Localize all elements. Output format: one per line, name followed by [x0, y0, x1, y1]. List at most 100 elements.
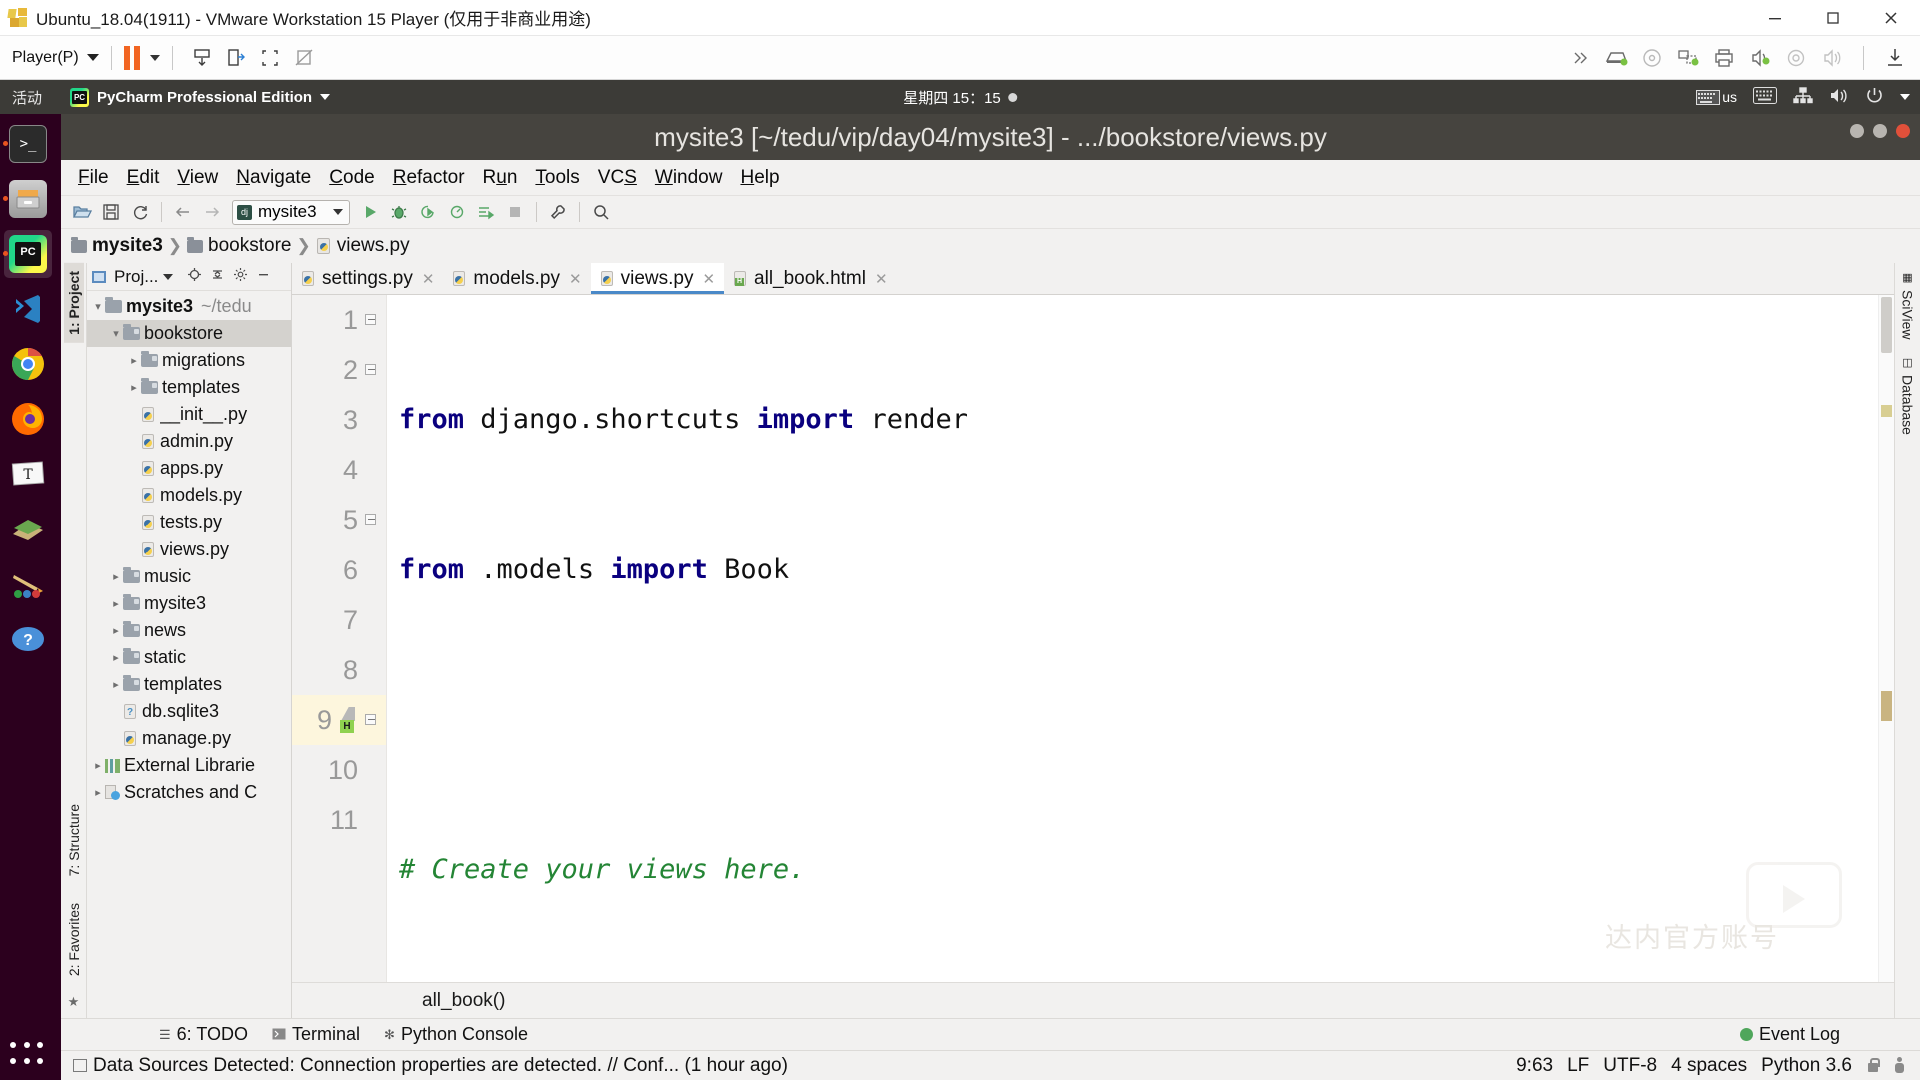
tool-window-terminal[interactable]: Terminal — [272, 1024, 360, 1045]
forward-arrow-icon[interactable] — [199, 200, 225, 225]
minimize-icon[interactable] — [1850, 124, 1864, 138]
close-icon[interactable]: ✕ — [422, 270, 435, 288]
caret-position[interactable]: 9:63 — [1516, 1055, 1553, 1077]
tree-expand-arrow-icon[interactable]: ▸ — [109, 651, 123, 664]
fold-marker-icon[interactable] — [364, 513, 378, 527]
sound-out-icon[interactable] — [1743, 43, 1777, 73]
menu-edit[interactable]: Edit — [118, 164, 169, 192]
tree-item-templates[interactable]: ▸ templates — [87, 374, 291, 401]
close-icon[interactable] — [1896, 124, 1910, 138]
usb-icon[interactable] — [1779, 43, 1813, 73]
clock-button[interactable]: 星期四 15：15 — [903, 87, 1017, 108]
send-ctrl-alt-del-icon[interactable] — [219, 43, 253, 73]
dock-item-firefox[interactable] — [4, 395, 52, 443]
file-encoding[interactable]: UTF-8 — [1603, 1055, 1657, 1077]
tree-item-music[interactable]: ▸ music — [87, 563, 291, 590]
collapse-all-icon[interactable] — [210, 267, 225, 286]
tree-item-scratches-and-c[interactable]: ▸ Scratches and C — [87, 779, 291, 806]
tree-expand-arrow-icon[interactable]: ▸ — [127, 354, 141, 367]
close-icon[interactable]: ✕ — [569, 270, 582, 288]
debug-icon[interactable] — [386, 200, 412, 225]
menu-window[interactable]: Window — [646, 164, 732, 192]
tree-item-templates[interactable]: ▸ templates — [87, 671, 291, 698]
volume-icon[interactable] — [1829, 87, 1849, 108]
fold-marker-icon[interactable] — [364, 363, 378, 377]
hard-disk-icon[interactable] — [1599, 43, 1633, 73]
editor-tab-all-book-html[interactable]: Hall_book.html ✕ — [724, 263, 897, 294]
close-icon[interactable] — [1862, 0, 1920, 36]
menu-tools[interactable]: Tools — [526, 164, 588, 192]
tool-window-python-console[interactable]: ✻ Python Console — [384, 1024, 528, 1045]
menu-file[interactable]: File — [69, 164, 118, 192]
speaker-icon[interactable] — [1815, 43, 1849, 73]
fold-marker-icon[interactable] — [364, 313, 378, 327]
project-panel-title[interactable]: Proj... — [114, 267, 158, 287]
django-template-icon[interactable]: H — [338, 707, 362, 733]
lock-icon[interactable] — [1866, 1058, 1880, 1073]
chevron-down-icon[interactable] — [1900, 94, 1910, 100]
tree-item-bookstore[interactable]: ▾ bookstore — [87, 320, 291, 347]
tree-expand-arrow-icon[interactable]: ▸ — [109, 624, 123, 637]
search-everywhere-icon[interactable] — [588, 200, 614, 225]
menu-navigate[interactable]: Navigate — [227, 164, 320, 192]
tree-expand-arrow-icon[interactable]: ▸ — [109, 597, 123, 610]
indent-setting[interactable]: 4 spaces — [1671, 1055, 1747, 1077]
menu-run[interactable]: Run — [474, 164, 527, 192]
menu-view[interactable]: View — [168, 164, 227, 192]
pause-dropdown-icon[interactable] — [149, 54, 160, 61]
tree-item-apps-py[interactable]: apps.py — [87, 455, 291, 482]
code-text[interactable]: from django.shortcuts import render from… — [387, 295, 1894, 982]
pause-icon[interactable] — [123, 45, 140, 70]
tree-item-news[interactable]: ▸ news — [87, 617, 291, 644]
settings-gear-icon[interactable] — [233, 267, 248, 286]
sidebar-item-structure[interactable]: 7: Structure — [64, 796, 84, 884]
player-menu-button[interactable]: Player(P) — [12, 49, 99, 67]
python-interpreter[interactable]: Python 3.6 — [1761, 1055, 1852, 1077]
locate-icon[interactable] — [187, 267, 202, 286]
tree-item-tests-py[interactable]: tests.py — [87, 509, 291, 536]
breadcrumb-item-project[interactable]: mysite3 — [92, 235, 163, 257]
tree-item-models-py[interactable]: models.py — [87, 482, 291, 509]
close-icon[interactable]: ✕ — [702, 270, 715, 288]
app-menu-button[interactable]: PC PyCharm Professional Edition — [70, 87, 331, 107]
tree-item-migrations[interactable]: ▸ migrations — [87, 347, 291, 374]
tree-expand-arrow-icon[interactable]: ▸ — [91, 759, 105, 772]
line-separator[interactable]: LF — [1567, 1055, 1589, 1077]
dock-item-books[interactable] — [4, 505, 52, 553]
hide-icon[interactable] — [256, 267, 271, 286]
editor-tab-settings-py[interactable]: settings.py ✕ — [292, 263, 443, 294]
breadcrumb-item-file[interactable]: views.py — [337, 235, 410, 257]
editor-tab-views-py[interactable]: views.py ✕ — [590, 263, 725, 294]
dock-item-terminal[interactable]: >_ — [3, 120, 52, 168]
menu-vcs[interactable]: VCS — [589, 164, 646, 192]
sidebar-item-sciview[interactable]: ▦ SciView — [1898, 263, 1918, 348]
tree-item-db-sqlite3[interactable]: ? db.sqlite3 — [87, 698, 291, 725]
keyboard-icon[interactable] — [1753, 86, 1777, 108]
expand-icon[interactable] — [1563, 43, 1597, 73]
save-all-icon[interactable] — [98, 200, 124, 225]
run-coverage-icon[interactable] — [415, 200, 441, 225]
sidebar-item-favorites[interactable]: 2: Favorites — [64, 895, 84, 984]
settings-wrench-icon[interactable] — [545, 200, 571, 225]
tree-item-mysite3[interactable]: ▸ mysite3 — [87, 590, 291, 617]
dock-item-text-editor[interactable]: T — [4, 450, 52, 498]
power-icon[interactable] — [1865, 86, 1884, 109]
tree-expand-arrow-icon[interactable]: ▸ — [109, 570, 123, 583]
unity-mode-icon[interactable] — [253, 43, 287, 73]
open-folder-icon[interactable] — [69, 200, 95, 225]
printer-icon[interactable] — [1707, 43, 1741, 73]
menu-refactor[interactable]: Refactor — [384, 164, 474, 192]
tree-expand-arrow-icon[interactable]: ▾ — [91, 300, 105, 313]
restore-icon[interactable] — [1804, 0, 1862, 36]
tree-expand-arrow-icon[interactable]: ▸ — [127, 381, 141, 394]
tree-item-views-py[interactable]: views.py — [87, 536, 291, 563]
tree-expand-arrow-icon[interactable]: ▸ — [109, 678, 123, 691]
scrollbar-warning-marker[interactable] — [1881, 405, 1892, 417]
person-icon[interactable] — [1893, 1057, 1906, 1074]
back-arrow-icon[interactable] — [170, 200, 196, 225]
sidebar-item-project[interactable]: 1: Project — [63, 263, 84, 343]
menu-code[interactable]: Code — [320, 164, 383, 192]
activities-button[interactable]: 活动 — [12, 87, 42, 108]
editor-tab-models-py[interactable]: models.py ✕ — [443, 263, 590, 294]
menu-help[interactable]: Help — [731, 164, 788, 192]
